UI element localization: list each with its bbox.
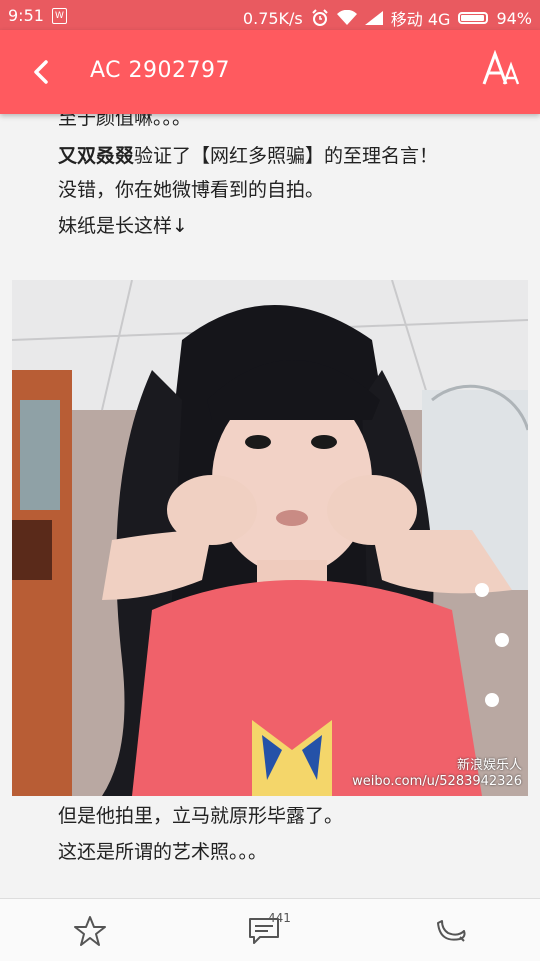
comment-count-badge: 441 (268, 911, 291, 925)
article-line-3: 妹纸是长这样↓ (58, 215, 188, 237)
font-size-icon[interactable] (482, 50, 522, 90)
article-line-5: 这还是所谓的艺术照。。。 (58, 841, 268, 863)
back-chevron-icon[interactable] (28, 56, 54, 88)
image-watermark: 新浪娱乐人 weibo.com/u/5283942326 (352, 758, 522, 790)
article-line-1-rest: 验证了【网红多照骗】的至理名言！ (134, 145, 439, 167)
bottom-toolbar: 441 (0, 898, 540, 961)
battery-icon (458, 12, 489, 24)
article-line-1: 又双叒叕验证了【网红多照骗】的至理名言！ (58, 140, 438, 172)
watermark-line-1: 新浪娱乐人 (456, 758, 522, 773)
status-bar: 9:51 W 0.75K/s 移动 4G 94% (0, 0, 540, 30)
status-right: 0.75K/s 移动 4G 94% (243, 6, 532, 30)
app-notification-icon: W (52, 8, 67, 24)
page-title: AC 2902797 (90, 58, 230, 83)
carrier-label: 移动 4G (390, 10, 451, 29)
article-content: 至于颜值嘛。。。 又双叒叕验证了【网红多照骗】的至理名言！ 没错，你在她微博看到… (0, 114, 540, 898)
battery-fill (461, 15, 484, 21)
article-line-partial: 至于颜值嘛。。。 (58, 114, 192, 129)
bold-phrase: 又双叒叕 (58, 145, 135, 167)
star-icon[interactable] (72, 913, 108, 949)
article-photo[interactable]: 新浪娱乐人 weibo.com/u/5283942326 (12, 280, 528, 796)
wifi-icon (336, 10, 357, 25)
signal-icon (364, 11, 383, 25)
battery-percent: 94% (496, 8, 532, 28)
banana-icon[interactable] (432, 913, 468, 949)
article-line-4: 但是他拍里，立马就原形毕露了。 (58, 805, 344, 827)
app-header: AC 2902797 (0, 30, 540, 114)
watermark-line-2: weibo.com/u/5283942326 (352, 774, 522, 789)
net-speed: 0.75K/s (242, 8, 303, 28)
photo-illustration (12, 280, 528, 796)
status-time: 9:51 (8, 6, 44, 25)
article-line-2: 没错，你在她微博看到的自拍。 (58, 179, 325, 201)
alarm-icon (312, 9, 328, 26)
